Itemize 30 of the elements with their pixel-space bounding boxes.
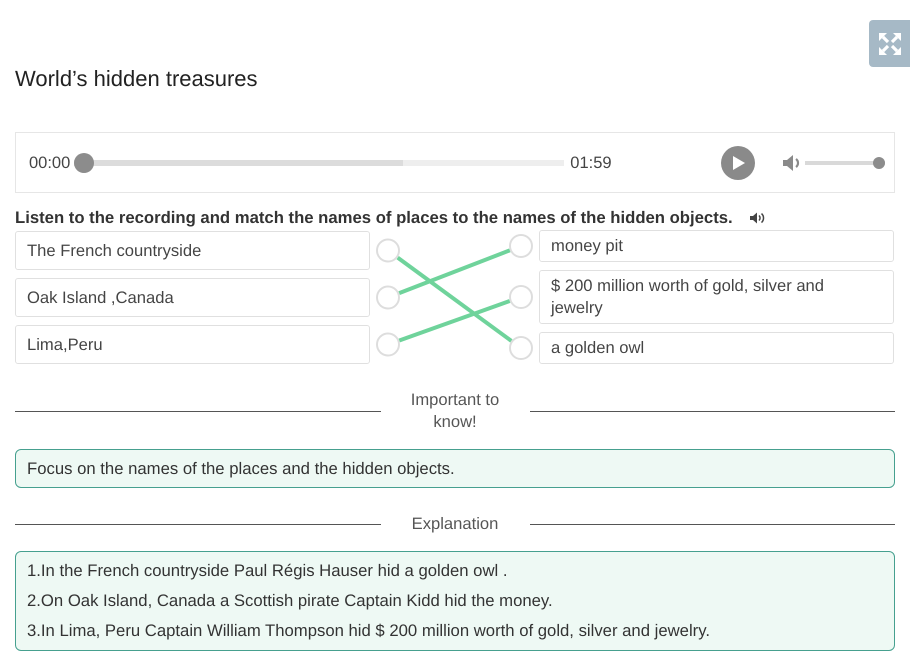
connector-dot[interactable] [376,238,400,262]
object-option[interactable]: a golden owl [539,332,894,364]
hint-text: Focus on the names of the places and the hidden objects. [27,458,456,479]
place-option[interactable]: Lima,Peru [15,325,370,364]
connector-dot[interactable] [376,332,400,356]
duration-time: 01:59 [570,152,612,172]
explanation-line: 1.In the French countryside Paul Régis Hauser hid a golden owl . [27,560,508,582]
section-heading: Explanation [412,513,498,535]
play-icon [733,156,746,170]
connector-dot[interactable] [509,336,533,360]
connector-dot[interactable] [509,285,533,309]
play-button[interactable] [720,146,755,180]
page-title: World’s hidden treasures [15,65,259,93]
object-option[interactable]: money pit [539,230,894,262]
section-heading: Important to know! [410,389,500,433]
volume-thumb[interactable] [872,156,885,168]
explanation-line: 3.In Lima, Peru Captain William Thompson hid $ 200 million worth of gold, silver and jewelry. [27,620,711,642]
seek-thumb[interactable] [74,152,94,172]
instruction-text: Listen to the recording and match the names of places to the names of the hidden objects. [15,207,733,229]
connector-dot[interactable] [509,234,533,258]
fullscreen-button[interactable] [869,20,910,67]
object-option[interactable]: $ 200 million worth of gold, silver and jewelry [539,270,894,324]
speaker-icon[interactable] [750,212,765,224]
place-option[interactable]: Oak Island ,Canada [15,278,370,317]
place-option[interactable]: The French countryside [15,231,370,270]
volume-icon[interactable] [782,154,802,172]
explanation-line: 2.On Oak Island, Canada a Scottish pirate Captain Kidd hid the money. [27,590,554,612]
elapsed-time: 00:00 [29,152,70,172]
connector-dot[interactable] [376,286,400,310]
expand-icon [878,32,900,54]
